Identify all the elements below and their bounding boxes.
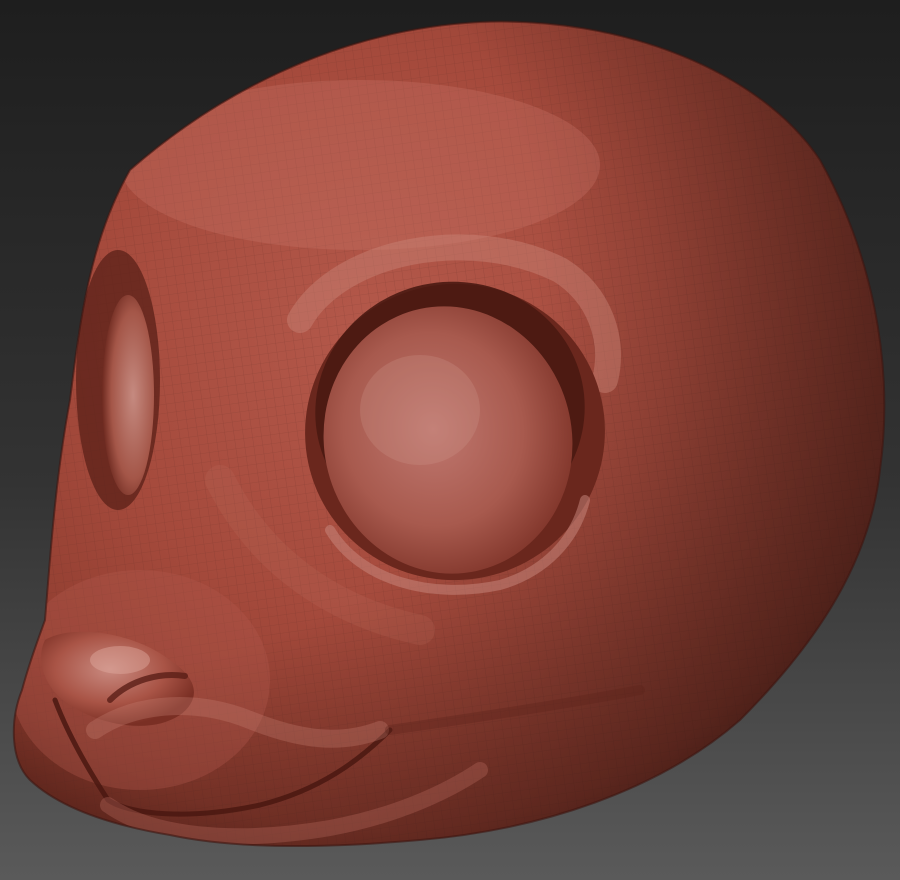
sculpt-viewport[interactable] <box>0 0 900 880</box>
nose-highlight <box>90 646 150 674</box>
far-eye-ball <box>102 295 154 495</box>
eye-ball-highlight <box>360 355 480 465</box>
sculpt-render <box>0 0 900 880</box>
